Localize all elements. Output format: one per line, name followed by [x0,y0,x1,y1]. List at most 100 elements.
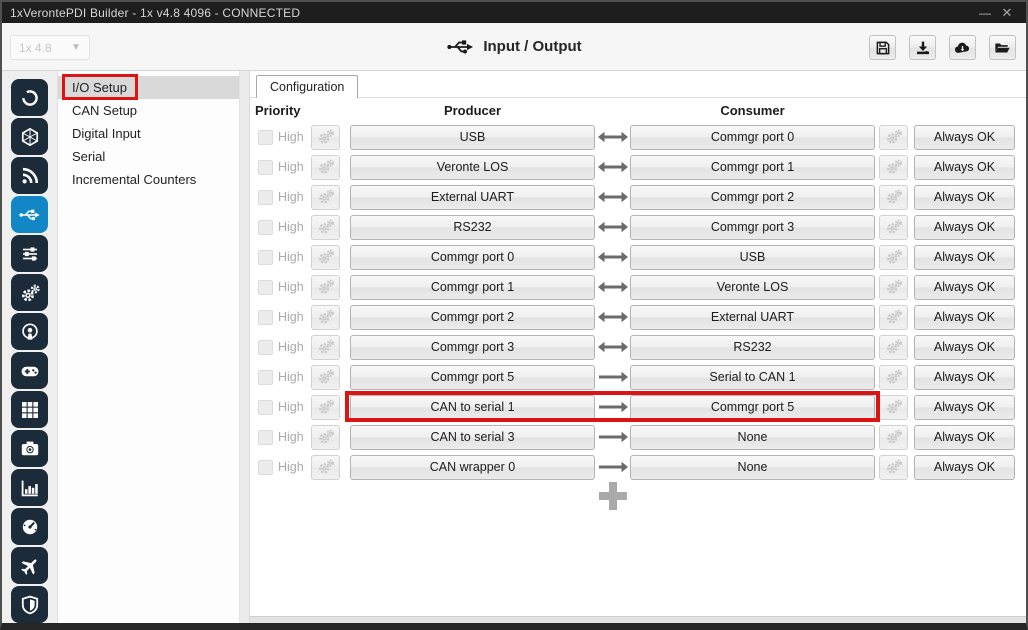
validation-button[interactable]: Always OK [914,245,1015,270]
download-button[interactable] [909,35,936,60]
validation-button[interactable]: Always OK [914,125,1015,150]
sidebar-item-power[interactable] [11,79,48,116]
high-priority-checkbox[interactable] [258,310,273,325]
menu-item-serial[interactable]: Serial [58,145,239,168]
consumer-settings-button[interactable] [879,455,908,480]
consumer-button[interactable]: Commgr port 3 [630,215,875,240]
validation-button[interactable]: Always OK [914,305,1015,330]
sidebar-item-platform[interactable] [11,118,48,155]
high-priority-checkbox[interactable] [258,250,273,265]
high-priority-checkbox[interactable] [258,460,273,475]
sidebar-item-telemetry-chart[interactable] [11,469,48,506]
consumer-button[interactable]: Commgr port 5 [630,395,875,420]
consumer-settings-button[interactable] [879,305,908,330]
high-priority-checkbox[interactable] [258,160,273,175]
consumer-settings-button[interactable] [879,185,908,210]
producer-settings-button[interactable] [311,365,340,390]
consumer-settings-button[interactable] [879,425,908,450]
minimize-button[interactable]: — [974,6,996,20]
menu-item-io-setup[interactable]: I/O Setup [58,76,239,99]
consumer-settings-button[interactable] [879,275,908,300]
producer-button[interactable]: Veronte LOS [350,155,595,180]
producer-button[interactable]: Commgr port 5 [350,365,595,390]
producer-button[interactable]: Commgr port 2 [350,305,595,330]
producer-settings-button[interactable] [311,185,340,210]
validation-button[interactable]: Always OK [914,425,1015,450]
sidebar-item-flight[interactable] [11,547,48,584]
consumer-settings-button[interactable] [879,215,908,240]
horizontal-scrollbar[interactable] [250,616,1026,623]
menu-item-incremental-counters[interactable]: Incremental Counters [58,168,239,191]
consumer-button[interactable]: None [630,455,875,480]
sidebar-item-input-output[interactable] [11,196,48,233]
validation-button[interactable]: Always OK [914,335,1015,360]
validation-button[interactable]: Always OK [914,185,1015,210]
high-priority-checkbox[interactable] [258,370,273,385]
menu-item-digital-input[interactable]: Digital Input [58,122,239,145]
sidebar-item-sensors[interactable] [11,313,48,350]
producer-button[interactable]: CAN wrapper 0 [350,455,595,480]
consumer-button[interactable]: RS232 [630,335,875,360]
consumer-settings-button[interactable] [879,125,908,150]
high-priority-checkbox[interactable] [258,430,273,445]
high-priority-checkbox[interactable] [258,130,273,145]
high-priority-checkbox[interactable] [258,340,273,355]
sidebar-item-stick[interactable] [11,352,48,389]
cloud-download-button[interactable] [949,35,976,60]
consumer-button[interactable]: External UART [630,305,875,330]
producer-button[interactable]: External UART [350,185,595,210]
tab-configuration[interactable]: Configuration [256,75,358,98]
consumer-settings-button[interactable] [879,395,908,420]
validation-button[interactable]: Always OK [914,455,1015,480]
sidebar-item-camera[interactable] [11,430,48,467]
sidebar-item-safety[interactable] [11,586,48,623]
version-dropdown[interactable]: 1x 4.8 ▼ [10,35,90,60]
save-button[interactable] [869,35,896,60]
sidebar-item-automations[interactable] [11,274,48,311]
sidebar-item-hud[interactable] [11,508,48,545]
high-priority-checkbox[interactable] [258,190,273,205]
producer-button[interactable]: RS232 [350,215,595,240]
producer-button[interactable]: Commgr port 3 [350,335,595,360]
menu-scrollbar[interactable] [240,71,250,623]
add-route-button[interactable] [599,482,627,510]
validation-button[interactable]: Always OK [914,365,1015,390]
high-priority-checkbox[interactable] [258,280,273,295]
producer-settings-button[interactable] [311,125,340,150]
producer-settings-button[interactable] [311,275,340,300]
sidebar-item-matrix[interactable] [11,391,48,428]
consumer-settings-button[interactable] [879,365,908,390]
consumer-button[interactable]: None [630,425,875,450]
producer-settings-button[interactable] [311,455,340,480]
producer-settings-button[interactable] [311,215,340,240]
sidebar-item-variables[interactable] [11,235,48,272]
high-priority-checkbox[interactable] [258,220,273,235]
validation-button[interactable]: Always OK [914,275,1015,300]
close-button[interactable]: ✕ [996,5,1018,21]
open-folder-button[interactable] [989,35,1016,60]
consumer-settings-button[interactable] [879,155,908,180]
producer-settings-button[interactable] [311,395,340,420]
consumer-button[interactable]: Veronte LOS [630,275,875,300]
producer-button[interactable]: CAN to serial 1 [350,395,595,420]
producer-settings-button[interactable] [311,245,340,270]
consumer-button[interactable]: USB [630,245,875,270]
validation-button[interactable]: Always OK [914,215,1015,240]
producer-button[interactable]: USB [350,125,595,150]
consumer-button[interactable]: Serial to CAN 1 [630,365,875,390]
consumer-button[interactable]: Commgr port 0 [630,125,875,150]
high-priority-checkbox[interactable] [258,400,273,415]
producer-settings-button[interactable] [311,155,340,180]
producer-settings-button[interactable] [311,335,340,360]
consumer-settings-button[interactable] [879,245,908,270]
producer-button[interactable]: Commgr port 1 [350,275,595,300]
validation-button[interactable]: Always OK [914,155,1015,180]
producer-button[interactable]: CAN to serial 3 [350,425,595,450]
consumer-button[interactable]: Commgr port 2 [630,185,875,210]
consumer-settings-button[interactable] [879,335,908,360]
producer-settings-button[interactable] [311,305,340,330]
validation-button[interactable]: Always OK [914,395,1015,420]
producer-button[interactable]: Commgr port 0 [350,245,595,270]
menu-item-can-setup[interactable]: CAN Setup [58,99,239,122]
sidebar-item-telemetry[interactable] [11,157,48,194]
